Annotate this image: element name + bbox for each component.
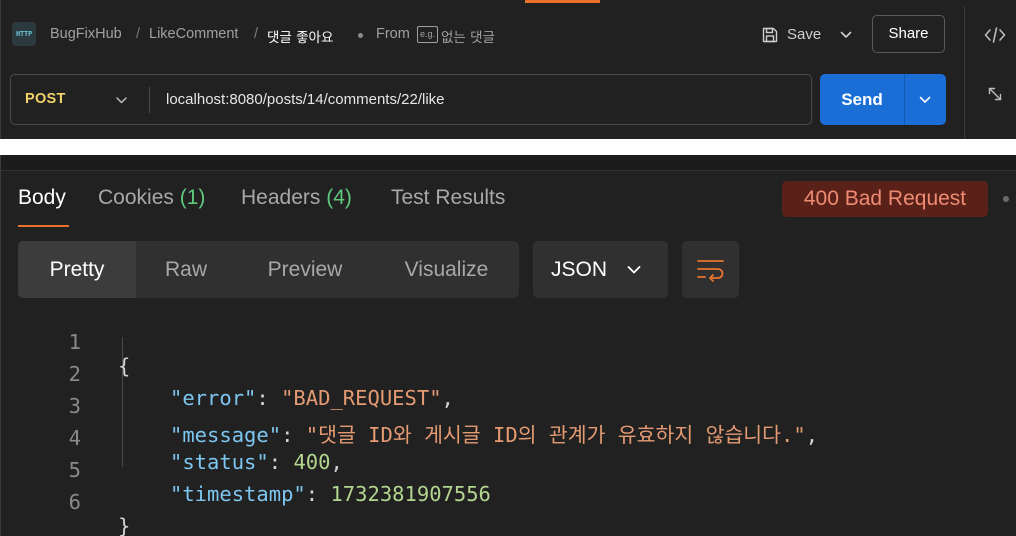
tab-body[interactable]: Body (18, 186, 66, 210)
view-raw[interactable]: Raw (136, 241, 236, 298)
url-input[interactable]: localhost:8080/posts/14/comments/22/like (166, 91, 445, 108)
tab-count: (1) (179, 186, 206, 209)
code-line: 4 "status": 400, (1, 402, 1016, 474)
breadcrumb-collection[interactable]: BugFixHub (50, 26, 122, 42)
chevron-down-icon[interactable] (918, 93, 932, 107)
code-line: 1 { (1, 306, 1016, 378)
example-name[interactable]: 없는 댓글 (441, 26, 495, 46)
more-options-icon[interactable] (1003, 196, 1009, 202)
tab-test-results[interactable]: Test Results (391, 186, 505, 210)
tab-cookies[interactable]: Cookies (1) (98, 186, 205, 210)
wrap-icon (697, 260, 724, 282)
expand-icon[interactable] (987, 86, 1003, 102)
method-select[interactable]: POST (25, 91, 66, 107)
code-line: 6 } (1, 466, 1016, 536)
http-icon: HTTP (12, 22, 36, 46)
line-number: 6 (68, 490, 81, 514)
tab-headers[interactable]: Headers (4) (241, 186, 352, 210)
send-button[interactable]: Send (820, 74, 946, 125)
view-mode-toggle: Pretty Raw Preview Visualize (18, 241, 519, 298)
active-tab-indicator (525, 0, 600, 3)
from-label: From (376, 26, 410, 42)
response-header-strip (1, 155, 1016, 171)
status-badge[interactable]: 400 Bad Request (782, 181, 988, 217)
wrap-lines-button[interactable] (682, 241, 739, 298)
code-line: 3 "message": "댓글 ID와 게시글 ID의 관계가 유효하지 않습… (1, 370, 1016, 447)
format-select[interactable]: JSON (533, 241, 668, 298)
separator-dot (358, 33, 363, 38)
format-label: JSON (551, 258, 608, 281)
url-divider (149, 87, 150, 113)
tab-label: Test Results (391, 186, 506, 209)
panel-divider (964, 6, 965, 139)
code-line: 5 "timestamp": 1732381907556 (1, 434, 1016, 506)
send-label: Send (841, 90, 883, 109)
response-panel: Body Cookies (1) Headers (4) Test Result… (0, 155, 1016, 536)
chevron-down-icon (627, 266, 641, 274)
tab-label: Headers (241, 186, 321, 209)
code-icon[interactable] (984, 25, 1006, 45)
active-tab-underline (18, 225, 69, 227)
request-name[interactable]: 댓글 좋아요 (267, 26, 333, 46)
save-button[interactable]: Save (759, 22, 825, 48)
url-bar: POST localhost:8080/posts/14/comments/22… (10, 74, 812, 125)
save-label: Save (787, 26, 822, 43)
chevron-down-icon[interactable] (839, 28, 853, 42)
breadcrumb-separator: / (254, 26, 259, 42)
view-pretty[interactable]: Pretty (18, 241, 136, 298)
save-icon (762, 27, 778, 43)
example-badge: e.g. (417, 26, 439, 43)
tab-count: (4) (326, 186, 352, 209)
view-preview[interactable]: Preview (236, 241, 374, 298)
code-line: 2 "error": "BAD_REQUEST", (1, 338, 1016, 410)
tab-label: Cookies (98, 186, 174, 209)
request-panel: HTTP BugFixHub / LikeComment / 댓글 좋아요 Fr… (0, 0, 1016, 139)
breadcrumb-separator: / (136, 26, 141, 42)
json-brace: } (118, 514, 131, 536)
chevron-down-icon[interactable] (115, 94, 128, 107)
tab-label: Body (18, 186, 66, 209)
share-button[interactable]: Share (872, 15, 945, 53)
view-visualize[interactable]: Visualize (374, 241, 519, 298)
send-divider (904, 74, 905, 125)
breadcrumb-folder[interactable]: LikeComment (149, 26, 238, 42)
breadcrumb: HTTP BugFixHub / LikeComment / 댓글 좋아요 Fr… (1, 15, 961, 53)
